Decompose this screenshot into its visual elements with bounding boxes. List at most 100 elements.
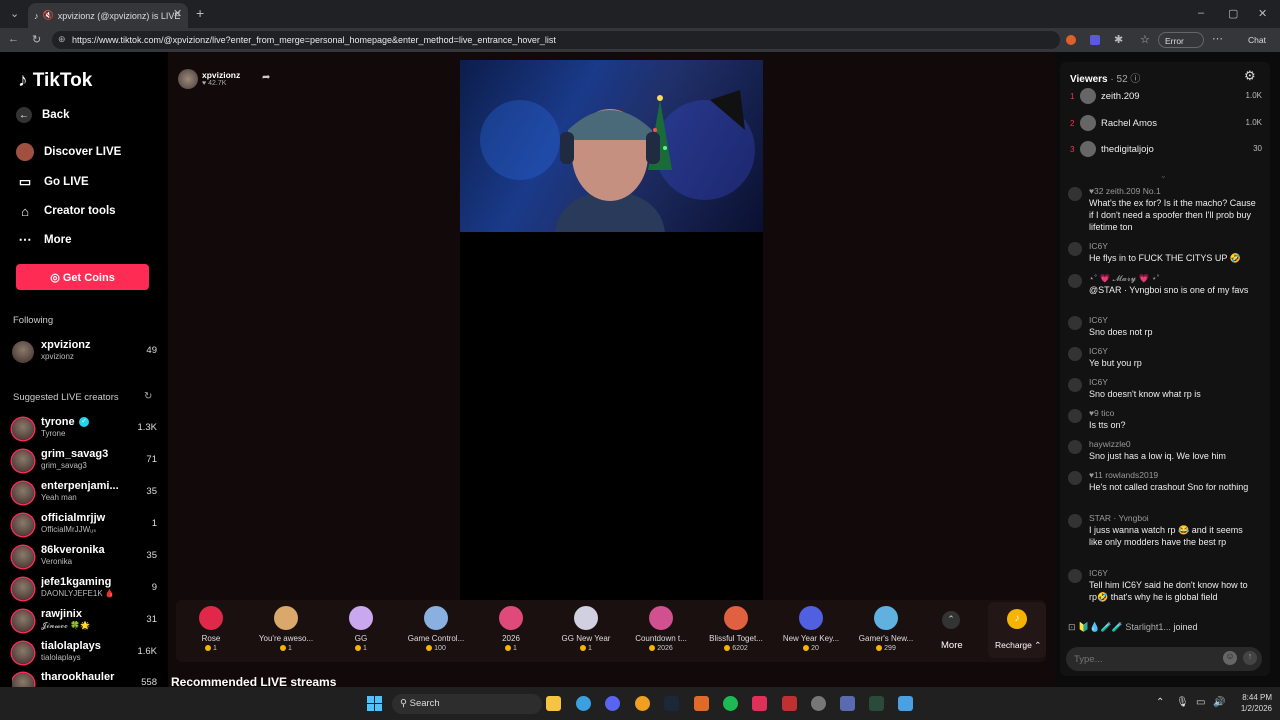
back-button[interactable]: ← Back	[16, 107, 70, 123]
gift-item[interactable]: 2026 1	[476, 606, 546, 652]
top-viewer-row[interactable]: 2 Rachel Amos 1.0K	[1070, 115, 1262, 135]
recharge-button[interactable]: ♪ Recharge ⌃	[988, 602, 1046, 658]
nav-creator-tools[interactable]: ⌂ Creator tools	[16, 202, 116, 220]
chat-text: He's not called crashout Sno for nothing	[1089, 482, 1249, 492]
microphone-icon[interactable]: 🎙	[1176, 697, 1189, 708]
extension-icon[interactable]	[1066, 35, 1076, 45]
gift-item[interactable]: You're aweso... 1	[251, 606, 321, 652]
app-icon[interactable]	[635, 696, 650, 711]
extension-icon[interactable]	[1090, 35, 1100, 45]
gift-item[interactable]: GG New Year 1	[551, 606, 621, 652]
mute-icon[interactable]: 🔇	[43, 10, 54, 21]
close-tab-icon[interactable]: ✕	[173, 7, 182, 20]
app-icon[interactable]	[694, 696, 709, 711]
gift-item[interactable]: New Year Key... 20	[776, 606, 846, 652]
suggested-creator[interactable]: enterpenjami... Yeah man 35	[12, 480, 157, 508]
file-explorer-icon[interactable]	[546, 696, 561, 711]
spotify-icon[interactable]	[723, 696, 738, 711]
suggested-creator[interactable]: officialmrjjw OfficialMrJJWᵤₛ 1	[12, 512, 157, 540]
profile-error-button[interactable]: Error	[1158, 32, 1204, 48]
app-icon[interactable]	[811, 696, 826, 711]
url-field[interactable]: ⊕ https://www.tiktok.com/@xpvizionz/live…	[52, 31, 1060, 49]
chat-username[interactable]: ♥11 rowlands2019	[1089, 470, 1158, 480]
chat-username[interactable]: IC6Y	[1089, 377, 1108, 387]
browser-tab[interactable]: ♪ 🔇 xpvizionz (@xpvizionz) is LIVE	[28, 3, 188, 28]
chat-username[interactable]: ♥9 tico	[1089, 408, 1114, 418]
copilot-chat-button[interactable]: Chat	[1232, 32, 1274, 48]
viewers-heading[interactable]: Viewers · 52 ⓘ	[1070, 70, 1140, 85]
more-menu-icon[interactable]: ⋯	[1212, 32, 1223, 45]
share-icon[interactable]: ➦	[262, 72, 270, 83]
new-tab-icon[interactable]: +	[196, 5, 204, 21]
suggested-creator[interactable]: tialolaplays tialolaplays 1.6K	[12, 640, 157, 668]
gift-price: 1	[588, 645, 592, 652]
windows-start-icon[interactable]	[367, 696, 382, 711]
gift-price: 100	[434, 645, 446, 652]
gift-icon	[274, 606, 298, 630]
suggested-creator[interactable]: rawjinix 𝓙𝓲𝓷𝔀𝓸𝓸 🍀🌟 31	[12, 608, 157, 636]
app-icon[interactable]	[782, 696, 797, 711]
app-icon[interactable]	[840, 696, 855, 711]
chat-username[interactable]: ♥32 zeith.209 No.1	[1089, 186, 1161, 196]
discord-icon[interactable]	[605, 696, 620, 711]
suggested-creator[interactable]: tyrone ✓ Tyrone 1.3K	[12, 416, 157, 444]
tiktok-logo[interactable]: ♪ TikTok	[18, 70, 92, 92]
reload-icon[interactable]: ↻	[32, 33, 41, 46]
chat-username[interactable]: IC6Y	[1089, 241, 1108, 251]
app-icon[interactable]	[898, 696, 913, 711]
gift-item[interactable]: Blissful Toget... 6202	[701, 606, 771, 652]
chat-input[interactable]	[1074, 651, 1214, 667]
chat-username[interactable]: haywizzle0	[1089, 439, 1131, 449]
volume-icon[interactable]: 🔊	[1213, 697, 1225, 708]
gift-item[interactable]: Gamer's New... 299	[851, 606, 921, 652]
maximize-icon[interactable]: ▢	[1228, 7, 1238, 20]
tray-chevron-icon[interactable]: ⌃	[1156, 697, 1164, 708]
top-viewer-row[interactable]: 3 thedigitaljojo 30	[1070, 141, 1262, 161]
coin-icon: ♪	[1007, 609, 1027, 629]
nav-more[interactable]: ⋯ More	[16, 231, 72, 249]
top-viewer-row[interactable]: 1 zeith.209 1.0K	[1070, 88, 1262, 108]
site-info-icon[interactable]: ⊕	[58, 34, 66, 45]
chat-username[interactable]: ⋆˚ 💗 𝓜𝓪𝓻𝔂 💗 ⋆˚	[1089, 273, 1160, 284]
nav-go-live[interactable]: ▭ Go LIVE	[16, 173, 89, 191]
nav-discover-live[interactable]: Discover LIVE	[16, 143, 121, 161]
chevron-down-icon[interactable]: ⌄	[1160, 171, 1167, 180]
host-name[interactable]: xpvizionz	[202, 70, 240, 80]
app-icon[interactable]	[869, 696, 884, 711]
chevron-up-icon[interactable]: ⌃	[942, 611, 960, 629]
live-video-frame[interactable]	[460, 60, 763, 232]
suggested-creator[interactable]: jefe1kgaming DAONLYJEFE1K 🩸 9	[12, 576, 157, 604]
send-icon[interactable]: ↑	[1243, 651, 1257, 665]
favorites-icon[interactable]: ☆	[1140, 33, 1150, 46]
suggested-creator[interactable]: 86kveronika Veronika 35	[12, 544, 157, 572]
emoji-icon[interactable]: ☺	[1223, 651, 1237, 665]
chat-username[interactable]: STAR · Yvngboi	[1089, 513, 1149, 523]
edge-icon[interactable]	[576, 696, 591, 711]
extensions-puzzle-icon[interactable]: ✱	[1114, 33, 1123, 46]
chat-username[interactable]: IC6Y	[1089, 568, 1108, 578]
refresh-icon[interactable]: ↻	[144, 391, 152, 402]
network-icon[interactable]: ▭	[1196, 697, 1205, 708]
steam-icon[interactable]	[664, 696, 679, 711]
host-avatar[interactable]	[178, 69, 198, 89]
tiktok-icon[interactable]	[752, 696, 767, 711]
gift-item[interactable]: Countdown t... 2026	[626, 606, 696, 652]
settings-gear-icon[interactable]: ⚙	[1244, 68, 1256, 84]
minimize-icon[interactable]: –	[1198, 7, 1204, 19]
taskbar-search[interactable]: ⚲ Search	[392, 694, 542, 714]
clock[interactable]: 8:44 PM 1/2/2026	[1230, 693, 1272, 713]
gift-item[interactable]: Game Control... 100	[401, 606, 471, 652]
tab-menu-icon[interactable]: ⌄	[10, 7, 19, 20]
suggested-creator[interactable]: grim_savag3 grim_savag3 71	[12, 448, 157, 476]
chat-username[interactable]: IC6Y	[1089, 315, 1108, 325]
following-creator[interactable]: xpvizionz xpvizionz 49	[12, 339, 157, 367]
gift-item[interactable]: Rose 1	[176, 606, 246, 652]
close-window-icon[interactable]: ✕	[1258, 7, 1267, 20]
chat-username[interactable]: IC6Y	[1089, 346, 1108, 356]
get-coins-button[interactable]: ◎ Get Coins	[16, 264, 149, 290]
viewer-count: 35	[146, 550, 157, 561]
back-icon[interactable]: ←	[8, 33, 19, 45]
gifts-more-button[interactable]: More	[941, 640, 963, 651]
gift-item[interactable]: GG 1	[326, 606, 396, 652]
suggested-creator[interactable]: tharookhauler 558	[12, 671, 157, 687]
